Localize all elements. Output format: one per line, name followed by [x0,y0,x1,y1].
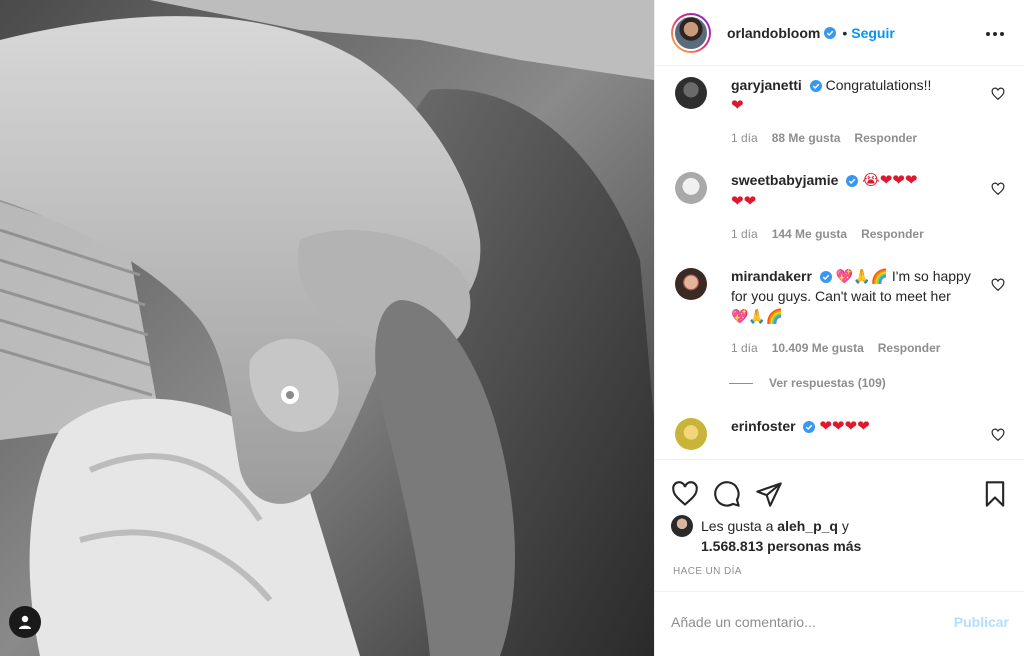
bookmark-icon[interactable] [981,480,1009,508]
likes-count[interactable]: 1.568.813 personas más [701,538,861,554]
comment-icon[interactable] [713,480,741,508]
liker-username[interactable]: aleh_p_q [777,518,838,534]
comment-username[interactable]: garyjanetti [731,77,802,93]
comment-emoji-start: 💖🙏🌈 [835,268,889,284]
comment-emoji: ❤ [731,97,744,114]
comment-likes[interactable]: 144 Me gusta [772,224,847,244]
publish-button[interactable]: Publicar [954,614,1009,630]
comment-reply-button[interactable]: Responder [861,224,924,244]
comment-reply-button[interactable]: Responder [878,338,941,358]
view-replies-label: Ver respuestas (109) [769,376,886,390]
verified-badge-icon [846,175,859,188]
verified-badge-icon [819,271,832,284]
post-timestamp[interactable]: HACE UN DÍA [673,566,742,577]
verified-badge-icon [803,421,816,434]
comment-likes[interactable]: 10.409 Me gusta [772,338,864,358]
comment-avatar[interactable] [675,172,707,204]
comment-like-icon[interactable] [991,428,1005,442]
comment-time[interactable]: 1 día [731,224,758,244]
header-separator: • [842,24,848,41]
action-icons-row [671,480,783,508]
comment-username[interactable]: sweetbabyjamie [731,172,838,188]
user-tag-button[interactable] [9,606,41,638]
comment-text: ❤❤❤❤ [819,418,870,435]
comment-like-icon[interactable] [991,278,1005,292]
comment-avatar[interactable] [675,418,707,450]
photo-hands-illustration [0,0,654,656]
likes-connector: y [841,518,849,534]
follow-button[interactable]: Seguir [851,25,895,41]
comment-like-icon[interactable] [991,87,1005,101]
comment-avatar[interactable] [675,268,707,300]
comment-input[interactable] [671,613,954,630]
comment-username[interactable]: erinfoster [731,418,796,434]
comment-emoji: ❤❤ [731,193,757,210]
author-avatar[interactable] [671,12,711,53]
comment-time[interactable]: 1 día [731,128,758,148]
comment-reply-button[interactable]: Responder [854,128,917,148]
comment-item: garyjanetti Congratulations!! ❤ 1 día 88… [671,75,1009,148]
comments-list[interactable]: garyjanetti Congratulations!! ❤ 1 día 88… [655,67,1024,459]
comment-item: sweetbabyjamie 😭❤❤❤ ❤❤ 1 día 144 Me gust… [671,170,1009,244]
heart-outline-icon[interactable] [671,480,699,508]
post-photo[interactable] [0,0,654,656]
verified-badge-icon [824,26,837,39]
post-side-panel: orlandobloom • Seguir garyjanetti Congra… [654,0,1024,656]
liker-avatar[interactable] [671,515,693,537]
author-username[interactable]: orlandobloom [727,25,820,41]
verified-badge-icon [809,80,822,93]
comment-likes[interactable]: 88 Me gusta [772,128,841,148]
view-replies-button[interactable]: Ver respuestas (109) [729,376,1009,390]
comment-avatar[interactable] [675,77,707,109]
comment-item: mirandakerr 💖🙏🌈 I'm so happy for you guy… [671,266,1009,358]
post-header: orlandobloom • Seguir [655,0,1024,66]
comment-time[interactable]: 1 día [731,338,758,358]
share-icon[interactable] [755,480,783,508]
post-actions-section: Les gusta a aleh_p_q y 1.568.813 persona… [655,459,1024,609]
comment-text: Congratulations!! [825,77,932,93]
comment-emoji-end: 💖🙏🌈 [731,308,784,324]
replies-divider-line [729,382,753,384]
comment-like-icon[interactable] [991,182,1005,196]
comment-text: 😭❤❤❤ [862,172,918,189]
more-options-icon[interactable] [983,22,1007,46]
likes-summary: Les gusta a aleh_p_q y 1.568.813 persona… [671,515,861,556]
add-comment-bar: Publicar [655,591,1024,651]
likes-prefix: Les gusta a [701,518,774,534]
comment-username[interactable]: mirandakerr [731,268,812,284]
user-tag-icon [19,615,31,629]
comment-item: erinfoster ❤❤❤❤ [671,416,1009,450]
